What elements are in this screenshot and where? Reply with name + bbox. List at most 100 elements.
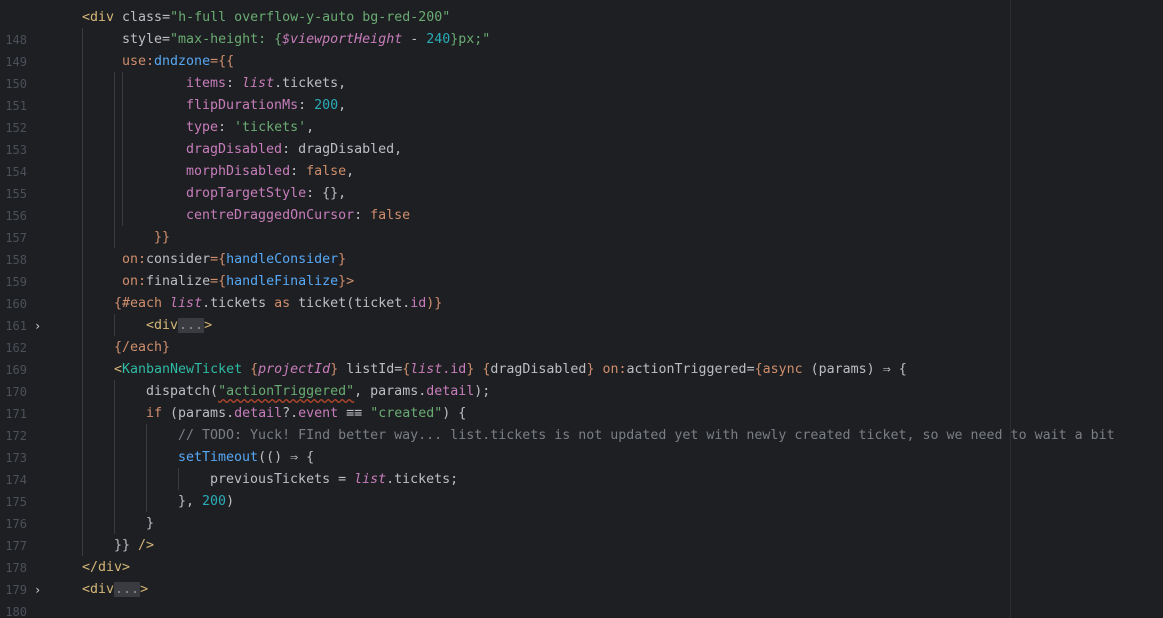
code-token: {}, [322, 186, 347, 201]
code-token: $viewportHeight [282, 32, 403, 47]
code-line[interactable]: 155 morphDisabled: false, [0, 161, 1163, 201]
code-line[interactable]: 181 [0, 601, 1163, 618]
code-token: : [226, 76, 243, 91]
code-token: {#each [114, 296, 171, 311]
code-token: }} [154, 230, 171, 245]
code-token: : [218, 120, 235, 135]
code-token: use: [122, 54, 155, 69]
code-token: /> [130, 538, 155, 553]
code-line[interactable]: 176 }, 200) [0, 491, 1163, 531]
code-line[interactable]: 180 › <div...> [0, 579, 1163, 618]
fold-expand-icon[interactable]: › [34, 579, 44, 601]
code-token: } [330, 362, 347, 377]
code-line[interactable]: 161 {#each list.tickets as ticket(ticket… [0, 293, 1163, 333]
code-token: "actionTriggered" [218, 384, 355, 399]
code-token: dragDisabled [490, 362, 587, 377]
code-token: "max-height: { [170, 32, 283, 47]
code-token: <div [82, 10, 115, 25]
code-editor[interactable]: 148 <div class="h-full overflow-y-auto b… [0, 0, 1163, 618]
code-token: } [338, 252, 347, 267]
code-line[interactable]: 178 }} /> [0, 535, 1163, 575]
code-line[interactable]: 174 setTimeout(() ⇒ { [0, 447, 1163, 487]
code-token: list [410, 362, 443, 377]
code-line[interactable]: 177 } [0, 513, 1163, 553]
code-token: <div [146, 318, 179, 333]
code-token: ticket(ticket. [298, 296, 411, 311]
code-token: }} [114, 538, 131, 553]
code-line[interactable]: 150 use:dndzone={{ [0, 51, 1163, 91]
code-token: ={ [210, 274, 227, 289]
code-comment: // TODO: Yuck! FInd better way... list.t… [178, 428, 1115, 443]
code-token: handleFinalize [226, 274, 339, 289]
code-token: )} [426, 296, 443, 311]
code-line[interactable]: 175 previousTickets = list.tickets; [0, 469, 1163, 509]
code-token: : [306, 186, 323, 201]
code-token: .tickets [202, 296, 267, 311]
code-line[interactable]: 153 type: 'tickets', [0, 117, 1163, 157]
code-token: on: [122, 274, 147, 289]
code-token: dispatch( [146, 384, 219, 399]
code-token: </div> [82, 560, 131, 575]
code-token: "h-full overflow-y-auto bg-red-200" [170, 10, 451, 25]
code-token: previousTickets = [210, 472, 355, 487]
code-token: .tickets, [274, 76, 347, 91]
code-line[interactable]: 154 dragDisabled: dragDisabled, [0, 139, 1163, 179]
code-token: items [186, 76, 227, 91]
folded-region[interactable]: ... [114, 582, 141, 597]
code-line[interactable]: 158 }} [0, 227, 1163, 267]
code-line[interactable]: 148 <div class="h-full overflow-y-auto b… [0, 7, 1163, 47]
code-token: (params. [170, 406, 235, 421]
code-token: }px;" [450, 32, 491, 47]
code-token: listId= [346, 362, 403, 377]
code-token: dndzone [154, 54, 211, 69]
code-token: detail [426, 384, 475, 399]
code-token: : [282, 142, 299, 157]
code-line[interactable]: 162 › <div...> [0, 315, 1163, 355]
code-token: false [306, 164, 347, 179]
code-token: ={{ [210, 54, 235, 69]
code-token: as [266, 296, 299, 311]
code-token: - [402, 32, 427, 47]
code-token: 'tickets' [234, 120, 307, 135]
code-line[interactable]: 169 {/each} [0, 337, 1163, 377]
code-line[interactable]: 160 on:finalize={handleFinalize}> [0, 271, 1163, 311]
code-token: , [306, 120, 315, 135]
folded-region[interactable]: ... [178, 318, 205, 333]
code-token: } [586, 362, 603, 377]
code-token: ) [226, 494, 235, 509]
code-line[interactable]: 157 centreDraggedOnCursor: false [0, 205, 1163, 245]
code-token: ≡≡ [338, 406, 371, 421]
code-token: detail [234, 406, 283, 421]
code-line[interactable]: 152 flipDurationMs: 200, [0, 95, 1163, 135]
code-line[interactable]: 173 // TODO: Yuck! FInd better way... li… [0, 425, 1163, 465]
fold-expand-icon[interactable]: › [34, 315, 44, 337]
code-line[interactable]: 171 dispatch("actionTriggered", params.d… [0, 381, 1163, 421]
code-token: KanbanNewTicket [122, 362, 243, 377]
code-token: style= [122, 32, 171, 47]
code-line[interactable]: 179 </div> [0, 557, 1163, 597]
code-token: (() ⇒ { [258, 450, 315, 465]
code-token: .tickets; [386, 472, 459, 487]
code-line[interactable]: 170 <KanbanNewTicket {projectId} listId=… [0, 359, 1163, 399]
code-token: > [204, 318, 213, 333]
code-token: < [114, 362, 123, 377]
code-token: setTimeout [178, 450, 259, 465]
code-token: list [242, 76, 275, 91]
code-token: .id [442, 362, 467, 377]
code-token: } [146, 516, 155, 531]
code-token: ); [474, 384, 491, 399]
code-token: > [140, 582, 149, 597]
code-line[interactable]: 172 if (params.detail?.event ≡≡ "created… [0, 403, 1163, 443]
code-token: projectId [258, 362, 331, 377]
code-token: { [242, 362, 259, 377]
code-line[interactable]: 156 dropTargetStyle: {}, [0, 183, 1163, 223]
code-token: list [170, 296, 203, 311]
code-token: dragDisabled, [298, 142, 403, 157]
code-line[interactable]: 149 style="max-height: {$viewportHeight … [0, 29, 1163, 69]
code-token: : [290, 164, 307, 179]
code-line[interactable]: 151 items: list.tickets, [0, 73, 1163, 113]
code-line[interactable]: 159 on:consider={handleConsider} [0, 249, 1163, 289]
code-token: , [346, 164, 355, 179]
code-token: on: [602, 362, 627, 377]
code-token: }> [338, 274, 355, 289]
